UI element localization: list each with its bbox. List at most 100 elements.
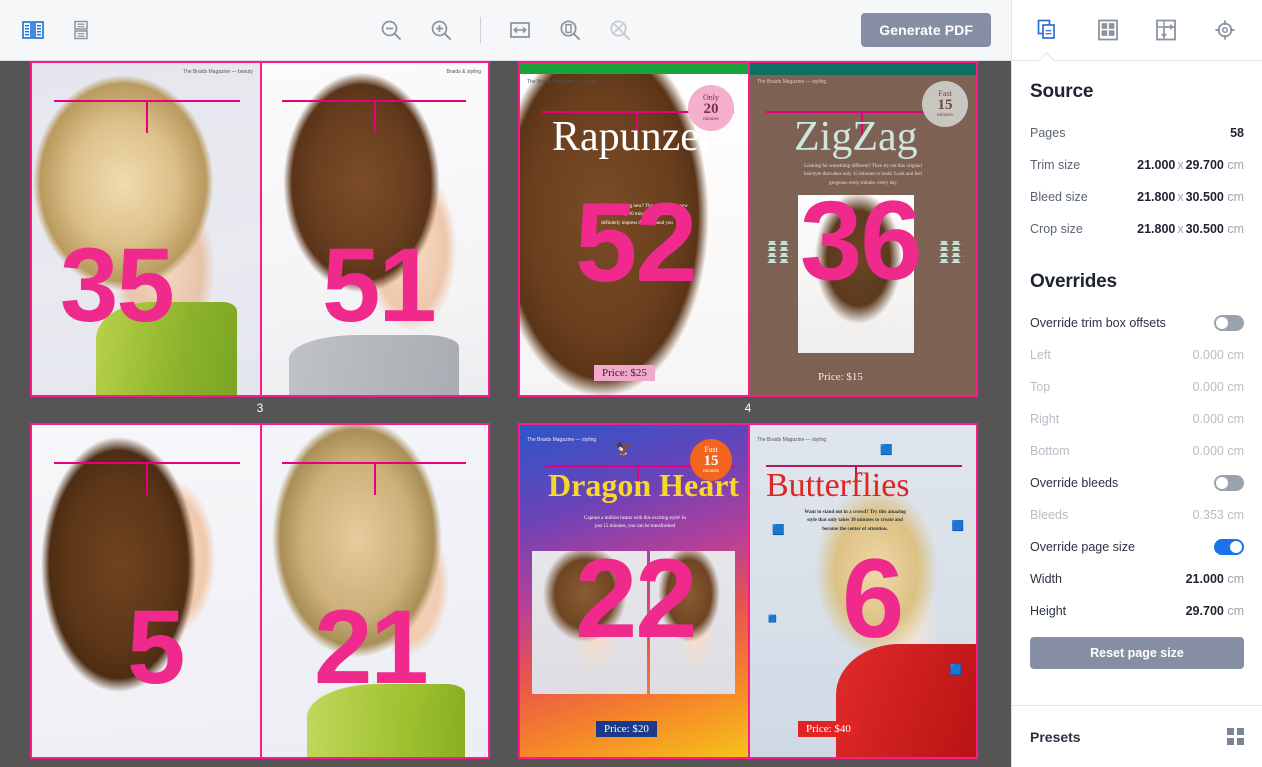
width-value: 21.000 xyxy=(1185,572,1224,586)
spread-label-4: 4 xyxy=(744,401,752,415)
times-symbol: x xyxy=(1177,190,1184,204)
fit-all-icon[interactable] xyxy=(605,15,635,45)
height-row: Height 29.700 cm xyxy=(1030,595,1244,627)
reset-page-size-button[interactable]: Reset page size xyxy=(1030,637,1244,669)
page-5[interactable]: 5 xyxy=(32,425,260,757)
override-trim-toggle[interactable] xyxy=(1214,315,1244,331)
spread-view-icon[interactable] xyxy=(18,15,48,45)
page-36[interactable]: The Braids Magazine — styling ZigZag Fas… xyxy=(748,63,976,395)
page-number-overlay: 22 xyxy=(575,536,698,661)
toolbar-divider xyxy=(480,17,481,43)
page-headline: Butterflies xyxy=(766,467,910,504)
bleed-height: 30.500 xyxy=(1185,190,1224,204)
trim-right-row: Right 0.000 cm xyxy=(1030,403,1244,435)
width-label: Width xyxy=(1030,572,1062,586)
crop-size-value: 21.800 x 30.500 cm xyxy=(1137,222,1244,236)
marks-tab[interactable] xyxy=(1205,10,1245,50)
badge-line-2: 20 xyxy=(703,101,719,117)
override-bleeds-toggle[interactable] xyxy=(1214,475,1244,491)
unit: cm xyxy=(1227,412,1244,426)
presets-footer[interactable]: Presets xyxy=(1012,705,1262,767)
page-52[interactable]: The Braids Magazine — beauty Rapunzel On… xyxy=(520,63,748,395)
single-view-icon[interactable] xyxy=(66,15,96,45)
fit-width-icon[interactable] xyxy=(505,15,535,45)
duration-badge: Only 20 minutes xyxy=(688,85,734,131)
zoom-out-icon[interactable] xyxy=(376,15,406,45)
page-folio: The Braids Magazine — styling xyxy=(527,437,597,443)
badge-line-2: 15 xyxy=(703,453,719,469)
generate-pdf-button[interactable]: Generate PDF xyxy=(861,13,991,47)
spread-label-3: 3 xyxy=(256,401,264,415)
left-value: 0.000 xyxy=(1192,348,1224,362)
page-folio: The Braids Magazine — beauty xyxy=(182,69,253,75)
top-label: Top xyxy=(1030,380,1051,394)
override-pagesize-toggle[interactable] xyxy=(1214,539,1244,555)
page-51[interactable]: Braids & styling 51 xyxy=(260,63,488,395)
spread-6[interactable]: The Braids Magazine — styling 🦅 Dragon H… xyxy=(518,423,978,759)
guide-line-vertical xyxy=(146,100,148,133)
unit: cm xyxy=(1227,572,1244,586)
page-35[interactable]: The Braids Magazine — beauty 35 xyxy=(32,63,260,395)
page-canvas[interactable]: The Braids Magazine — beauty 35 Braids &… xyxy=(0,61,1011,767)
unit: cm xyxy=(1227,222,1244,236)
width-row: Width 21.000 cm xyxy=(1030,563,1244,595)
bleeds-row: Bleeds 0.353 cm xyxy=(1030,499,1244,531)
price-tag: Price: $20 xyxy=(596,721,657,737)
page-22[interactable]: The Braids Magazine — styling 🦅 Dragon H… xyxy=(520,425,748,757)
bleed-size-label: Bleed size xyxy=(1030,190,1088,204)
override-bleeds-label: Override bleeds xyxy=(1030,476,1119,490)
duration-badge: Fast 15 minutes xyxy=(690,439,732,481)
price-tag: Price: $40 xyxy=(798,721,859,737)
override-bleeds-row: Override bleeds xyxy=(1030,467,1244,499)
unit: cm xyxy=(1227,158,1244,172)
unit: cm xyxy=(1227,508,1244,522)
right-value: 0.000 xyxy=(1192,412,1224,426)
page-body-copy: Capture a million hearts with this excit… xyxy=(584,516,686,530)
butterfly-icon: 🟦 xyxy=(768,616,777,623)
butterfly-icon: 🟦 xyxy=(772,525,785,536)
page-top-band xyxy=(750,63,976,75)
pages-label: Pages xyxy=(1030,126,1066,140)
page-number-overlay: 5 xyxy=(127,589,185,706)
bleeds-label: Bleeds xyxy=(1030,508,1069,522)
price-tag: Price: $15 xyxy=(818,371,863,383)
spread-5[interactable]: 5 21 xyxy=(30,423,490,759)
page-number-overlay: 35 xyxy=(60,227,175,344)
trim-height: 29.700 xyxy=(1185,158,1224,172)
bleed-size-value: 21.800 x 30.500 cm xyxy=(1137,190,1244,204)
unit: cm xyxy=(1227,348,1244,362)
bleed-width: 21.800 xyxy=(1137,190,1176,204)
trim-size-label: Trim size xyxy=(1030,158,1081,172)
page-folio: Braids & styling xyxy=(446,69,481,75)
pages-tab[interactable] xyxy=(1029,10,1069,50)
override-pagesize-row: Override page size xyxy=(1030,531,1244,563)
page-number-overlay: 6 xyxy=(842,536,904,661)
imposition-tab[interactable] xyxy=(1088,10,1128,50)
active-tab-indicator xyxy=(1037,51,1055,61)
fit-page-icon[interactable] xyxy=(555,15,585,45)
page-number-overlay: 52 xyxy=(575,180,698,305)
guide-line-vertical xyxy=(374,462,376,495)
bottom-value: 0.000 xyxy=(1192,444,1224,458)
spread-4[interactable]: The Braids Magazine — beauty Rapunzel On… xyxy=(518,61,978,397)
page-6[interactable]: The Braids Magazine — styling Butterflie… xyxy=(748,425,976,757)
toolbar-actions: Generate PDF xyxy=(861,13,991,47)
butterfly-icon: 🟦 xyxy=(949,665,962,676)
source-crop-row: Crop size 21.800 x 30.500 cm xyxy=(1030,213,1244,245)
butterfly-icon: 🟦 xyxy=(951,521,964,532)
crop-height: 30.500 xyxy=(1185,222,1224,236)
unit: cm xyxy=(1227,380,1244,394)
page-21[interactable]: 21 xyxy=(260,425,488,757)
pages-value: 58 xyxy=(1230,126,1244,140)
page-number-overlay: 21 xyxy=(314,589,429,706)
override-trim-label: Override trim box offsets xyxy=(1030,316,1166,330)
app-root: Generate PDF The Braids Magazine — beaut… xyxy=(0,0,1262,767)
bottom-label: Bottom xyxy=(1030,444,1070,458)
margins-tab[interactable] xyxy=(1146,10,1186,50)
toolbar-view-modes xyxy=(0,15,96,45)
source-pages-row: Pages 58 xyxy=(1030,117,1244,149)
properties-panel: Source Pages 58 Trim size 21.000 x 29.700 … xyxy=(1011,0,1262,767)
zoom-in-icon[interactable] xyxy=(426,15,456,45)
spread-3[interactable]: The Braids Magazine — beauty 35 Braids &… xyxy=(30,61,490,397)
grid-icon[interactable] xyxy=(1227,728,1244,745)
